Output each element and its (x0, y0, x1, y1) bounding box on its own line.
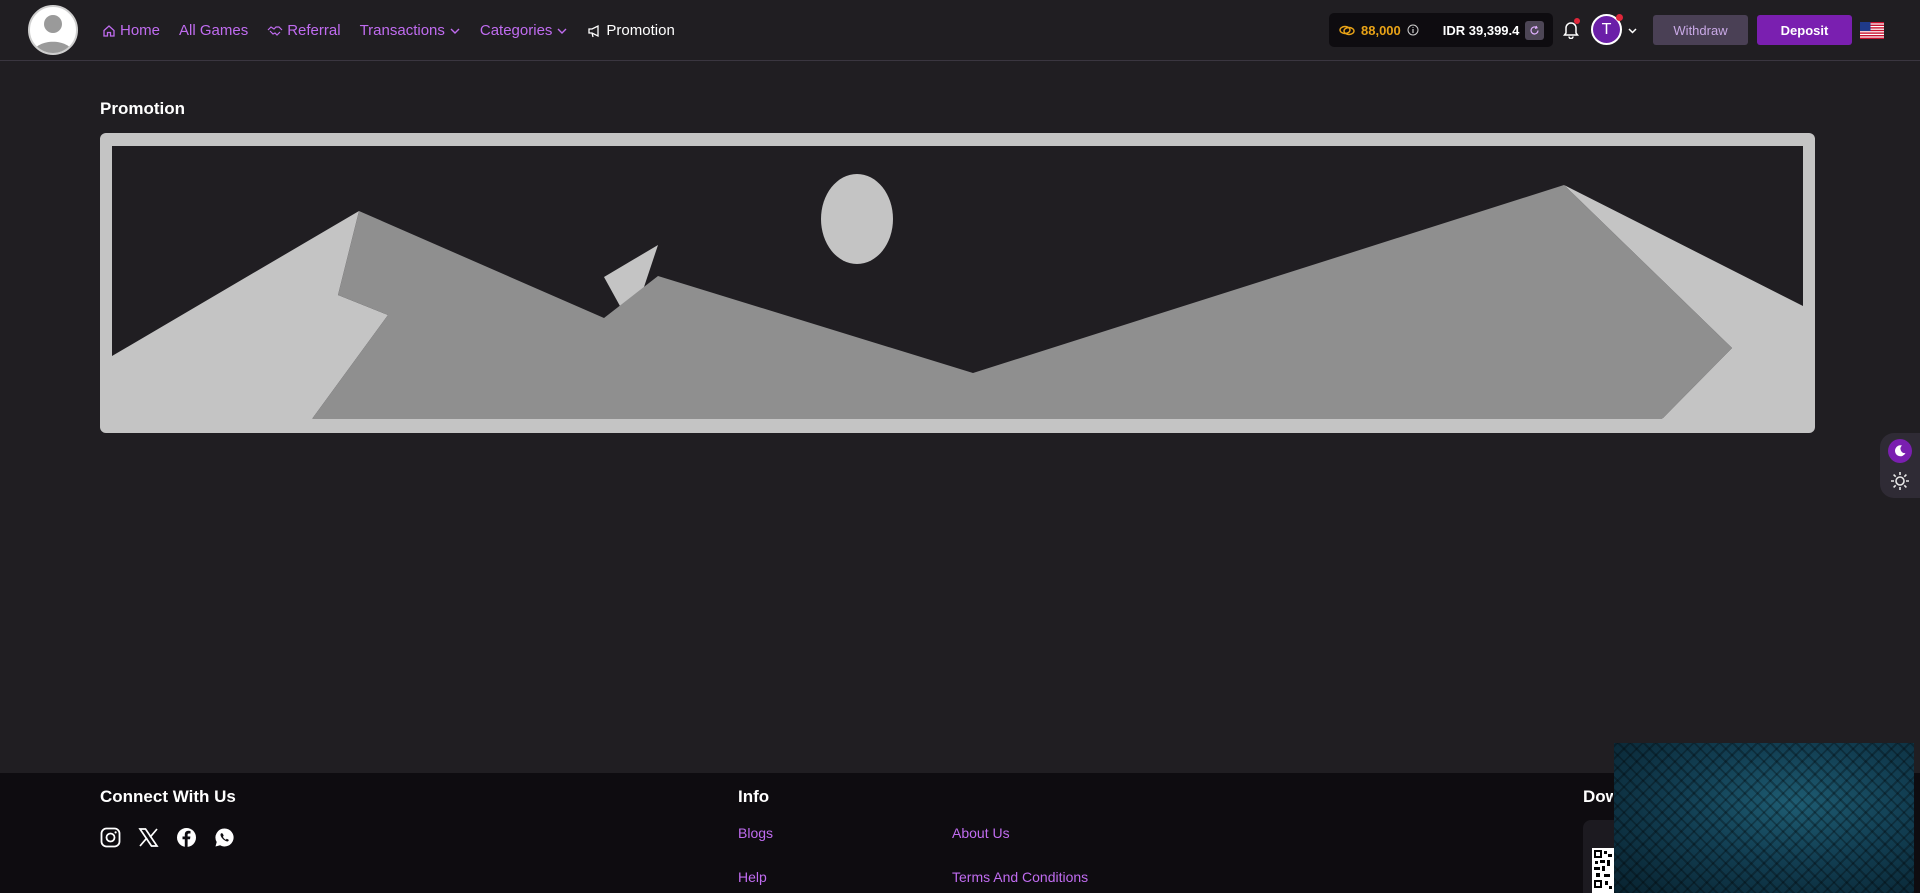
avatar-status-dot (1616, 14, 1623, 21)
sun-icon[interactable] (1889, 470, 1911, 492)
nav-referral[interactable]: Referral (267, 22, 341, 39)
info-title: Info (738, 787, 770, 806)
download-title: Dow (1583, 787, 1613, 806)
footer-link-help[interactable]: Help (738, 869, 767, 885)
notification-badge (1574, 18, 1580, 24)
info-icon[interactable] (1407, 24, 1419, 36)
us-flag-icon[interactable] (1860, 22, 1884, 39)
handshake-icon (267, 25, 283, 36)
home-icon (103, 24, 115, 37)
footer-link-about-us[interactable]: About Us (952, 825, 1010, 841)
footer-link-terms[interactable]: Terms And Conditions (952, 869, 1088, 885)
promotion-banner-placeholder-icon[interactable] (100, 133, 1815, 433)
nav-promotion-label: Promotion (606, 22, 675, 39)
withdraw-button[interactable]: Withdraw (1653, 15, 1748, 45)
avatar-initial: T (1601, 20, 1612, 38)
qr-code-icon (1592, 848, 1614, 893)
chevron-down-icon[interactable] (1627, 25, 1638, 36)
wallet-balance: 88,000 IDR 39,399.4 (1329, 13, 1553, 47)
nav-referral-label: Referral (287, 22, 341, 39)
idr-balance: IDR 39,399.4 (1442, 22, 1520, 38)
nav-categories[interactable]: Categories (480, 22, 569, 39)
facebook-icon[interactable] (176, 827, 197, 848)
nav-home-label: Home (120, 22, 161, 39)
video-overlay-panel[interactable] (1614, 743, 1914, 893)
nav-categories-label: Categories (479, 22, 553, 39)
connect-title: Connect With Us (100, 787, 236, 806)
megaphone-icon (588, 24, 600, 37)
dark-mode-button[interactable] (1888, 439, 1912, 463)
refresh-icon (1530, 25, 1539, 35)
coins-icon (1339, 25, 1355, 36)
nav-home[interactable]: Home (102, 22, 160, 39)
main-nav: Home All Games Referral Transactions Cat… (102, 0, 694, 61)
whatsapp-icon[interactable] (214, 827, 235, 848)
page-title: Promotion (100, 99, 185, 118)
nav-all-games[interactable]: All Games (179, 22, 248, 39)
instagram-icon[interactable] (100, 827, 121, 848)
x-twitter-icon[interactable] (138, 827, 159, 848)
refresh-balance-button[interactable] (1525, 21, 1544, 40)
chevron-down-icon (557, 28, 567, 34)
deposit-button[interactable]: Deposit (1757, 15, 1852, 45)
chevron-down-icon (450, 28, 460, 34)
coin-balance: 88,000 (1361, 22, 1401, 38)
moon-icon (1894, 445, 1906, 457)
top-header: Home All Games Referral Transactions Cat… (0, 0, 1920, 61)
logo-avatar-icon[interactable] (28, 5, 78, 55)
footer-link-blogs[interactable]: Blogs (738, 825, 773, 841)
nav-transactions[interactable]: Transactions (360, 22, 461, 39)
nav-all-games-label: All Games (179, 22, 249, 39)
nav-transactions-label: Transactions (359, 22, 445, 39)
nav-promotion[interactable]: Promotion (587, 22, 675, 39)
